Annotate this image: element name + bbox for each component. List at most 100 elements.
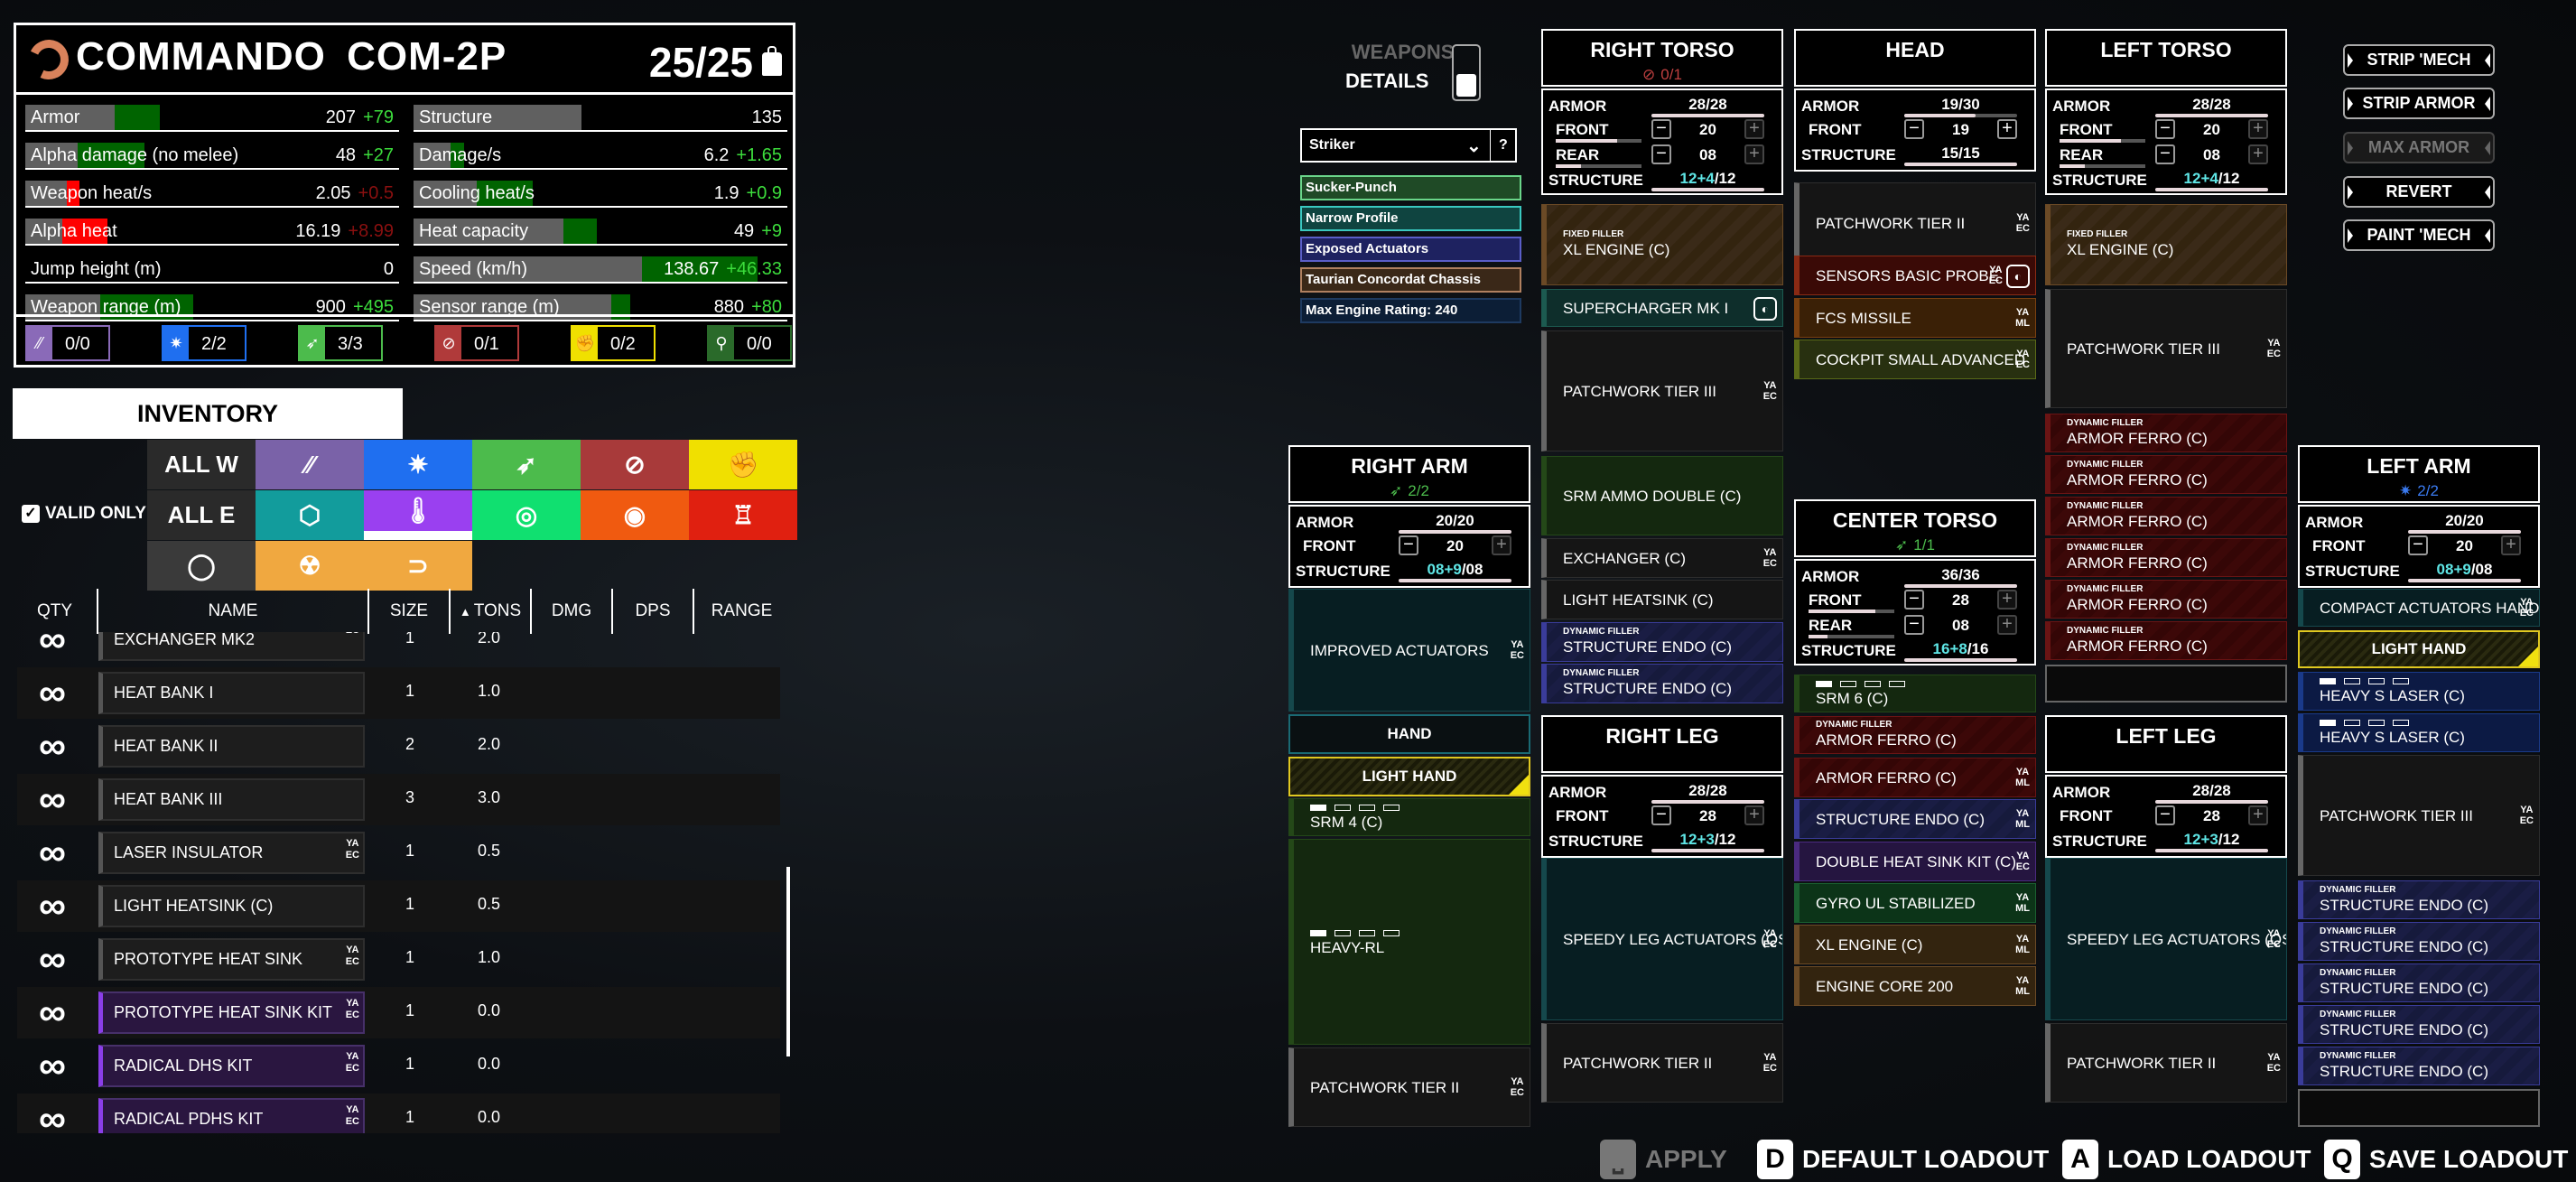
equipment-slot[interactable]: PATCHWORK TIER III YA EC [1541,330,1783,451]
rear-decrease-button[interactable]: − [1651,144,1671,164]
rear-increase-button[interactable]: + [1997,615,2017,635]
strip-mech-button[interactable]: STRIP 'MECH [2343,44,2495,76]
front-increase-button[interactable]: + [1492,535,1511,555]
light-hand-slot[interactable]: LIGHT HAND [1288,757,1530,796]
front-increase-button[interactable]: + [2248,119,2268,139]
column-header-qty[interactable]: QTY [13,589,98,634]
paint-mech-button[interactable]: PAINT 'MECH [2343,219,2495,251]
column-header-range[interactable]: RANGE [694,589,789,634]
equipment-slot[interactable]: DYNAMIC FILLER ARMOR FERRO (C) [2045,621,2287,660]
quirk-item[interactable]: Exposed Actuators [1300,237,1521,262]
equipment-slot[interactable]: DYNAMIC FILLER STRUCTURE ENDO (C) [2298,963,2540,1002]
default-loadout-button[interactable]: D DEFAULT LOADOUT [1757,1140,2049,1179]
quirk-item[interactable]: Max Engine Rating: 240 [1300,298,1521,323]
equipment-slot[interactable]: SRM AMMO DOUBLE (C) [1541,456,1783,535]
empty-slot[interactable] [2045,665,2287,703]
item-name-chip[interactable]: HEAT BANK II [98,725,365,768]
equipment-slot[interactable]: DYNAMIC FILLER STRUCTURE ENDO (C) [2298,1005,2540,1044]
front-increase-button[interactable]: + [1997,119,2017,139]
equipment-slot[interactable]: SPEEDY LEG ACTUATORS (QS) YA EC [2045,858,2287,1020]
filter-melee-button[interactable]: ✊ [689,440,797,489]
equipment-slot[interactable]: PATCHWORK TIER II YA EC [2045,1023,2287,1103]
front-decrease-button[interactable]: − [2155,119,2175,139]
equipment-slot[interactable]: DYNAMIC FILLER STRUCTURE ENDO (C) [2298,922,2540,961]
equipment-slot[interactable]: DYNAMIC FILLER ARMOR FERRO (C) [2045,580,2287,619]
filter-actuators-button[interactable]: ♖ [689,490,797,540]
weapons-toggle-label[interactable]: WEAPONS [1345,41,1455,64]
equipment-slot[interactable]: FCS MISSILE YA ML [1794,298,2036,338]
equipment-slot[interactable]: SUPERCHARGER MK I ◐ [1541,289,1783,327]
rear-increase-button[interactable]: + [1744,144,1764,164]
equipment-slot[interactable]: DYNAMIC FILLER ARMOR FERRO (C) [2045,497,2287,535]
front-decrease-button[interactable]: − [2408,535,2428,555]
equipment-slot[interactable]: IMPROVED ACTUATORS YA EC [1288,589,1530,712]
quirk-item[interactable]: Sucker-Punch [1300,175,1521,200]
equipment-slot[interactable]: COMPACT ACTUATORS HAND (QS)YAEC [2298,589,2540,627]
equipment-slot[interactable]: ARMOR FERRO (C) YA ML [1794,758,2036,797]
equipment-slot[interactable]: DYNAMIC FILLER STRUCTURE ENDO (C) [1541,664,1783,703]
equipment-slot[interactable]: LIGHT HEATSINK (C) [1541,580,1783,619]
equipment-slot[interactable]: SENSORS BASIC PROBE YA EC ◐ [1794,256,2036,295]
inventory-row[interactable]: ∞ HEAT BANK II 2 2.0 [17,721,780,772]
inventory-row[interactable]: ∞ HEAT BANK III 3 3.0 [17,774,780,825]
column-header-name[interactable]: NAME [98,589,369,634]
equipment-slot[interactable]: DYNAMIC FILLER ARMOR FERRO (C) [2045,414,2287,452]
inventory-row[interactable]: ∞ EXCHANGER MK2 EC 1 2.0 [17,632,780,665]
rear-decrease-button[interactable]: − [1904,615,1924,635]
filter-all-equipment-button[interactable]: ALL E [147,490,256,540]
valid-only-checkbox[interactable]: ✓ VALID ONLY [22,504,146,524]
empty-slot[interactable] [2298,1089,2540,1127]
front-decrease-button[interactable]: − [2155,805,2175,825]
apply-button[interactable]: ⎵ APPLY [1600,1140,1727,1179]
inventory-tab[interactable]: INVENTORY [13,388,403,439]
inventory-row[interactable]: ∞ LASER INSULATOR YA EC 1 0.5 [17,827,780,879]
load-loadout-button[interactable]: A LOAD LOADOUT [2062,1140,2311,1179]
save-loadout-button[interactable]: Q SAVE LOADOUT [2324,1140,2568,1179]
filter-heatsinks-button[interactable]: 🌡 [364,490,472,540]
filter-missile-button[interactable]: ➶ [472,440,581,489]
front-decrease-button[interactable]: − [1651,119,1671,139]
item-name-chip[interactable]: PROTOTYPE HEAT SINK YA EC [98,938,365,981]
equipment-slot[interactable]: HEAVY S LASER (C) [2298,713,2540,752]
item-name-chip[interactable]: EXCHANGER MK2 EC [98,632,365,661]
front-decrease-button[interactable]: − [1399,535,1418,555]
equipment-slot[interactable]: SPEEDY LEG ACTUATORS (QS) YA EC [1541,858,1783,1020]
inventory-row[interactable]: ∞ RADICAL DHS KIT YA EC 1 0.0 [17,1040,780,1092]
front-decrease-button[interactable]: − [1904,590,1924,610]
details-toggle-label[interactable]: DETAILS [1345,70,1428,93]
chevron-down-icon[interactable]: ⌄ [1466,135,1482,157]
quirk-item[interactable]: Taurian Concordat Chassis [1300,267,1521,293]
equipment-slot[interactable]: DYNAMIC FILLER ARMOR FERRO (C) [2045,455,2287,494]
filter-gyros-button[interactable]: ◎ [472,490,581,540]
front-decrease-button[interactable]: − [1651,805,1671,825]
equipment-slot[interactable]: SRM 4 (C) [1288,798,1530,836]
equipment-slot[interactable]: COCKPIT SMALL ADVANCED YA EC [1794,340,2036,379]
item-name-chip[interactable]: HEAT BANK I [98,672,365,714]
weapons-details-switch[interactable] [1452,44,1481,101]
inventory-row[interactable]: ∞ HEAT BANK I 1 1.0 [17,667,780,719]
quirk-select[interactable]: Striker ⌄ ? [1300,128,1517,163]
filter-energy-button[interactable]: ✷ [364,440,472,489]
item-name-chip[interactable]: PROTOTYPE HEAT SINK KIT YA EC [98,991,365,1034]
front-increase-button[interactable]: + [1997,590,2017,610]
equipment-slot[interactable]: FIXED FILLER XL ENGINE (C) [2045,204,2287,285]
hand-slot[interactable]: HAND [1288,714,1530,754]
filter-support-button[interactable]: ⊘ [581,440,689,489]
front-increase-button[interactable]: + [2248,805,2268,825]
equipment-slot[interactable]: FIXED FILLER XL ENGINE (C) [1541,204,1783,285]
equipment-slot[interactable]: PATCHWORK TIER III YA EC [2045,289,2287,408]
equipment-slot[interactable]: HEAVY S LASER (C) [2298,672,2540,711]
max-armor-button[interactable]: MAX ARMOR [2343,132,2495,163]
column-header-dmg[interactable]: DMG [532,589,613,634]
equipment-slot[interactable]: PATCHWORK TIER II YA EC [1288,1047,1530,1127]
revert-button[interactable]: REVERT [2343,176,2495,208]
weapons-details-toggle[interactable]: WEAPONS DETAILS [1345,41,1454,93]
rear-decrease-button[interactable]: − [2155,144,2175,164]
inventory-row[interactable]: ∞ PROTOTYPE HEAT SINK KIT YA EC 1 0.0 [17,987,780,1038]
equipment-slot[interactable]: STRUCTURE ENDO (C) YA ML [1794,799,2036,839]
equipment-slot[interactable]: EXCHANGER (C) YA EC [1541,538,1783,578]
equipment-slot[interactable]: HEAVY-RL [1288,839,1530,1045]
filter-engine-button[interactable]: ☢ [256,541,364,591]
equipment-slot[interactable]: DYNAMIC FILLER ARMOR FERRO (C) [1794,716,2036,754]
equipment-slot[interactable]: SRM 6 (C) [1794,675,2036,712]
